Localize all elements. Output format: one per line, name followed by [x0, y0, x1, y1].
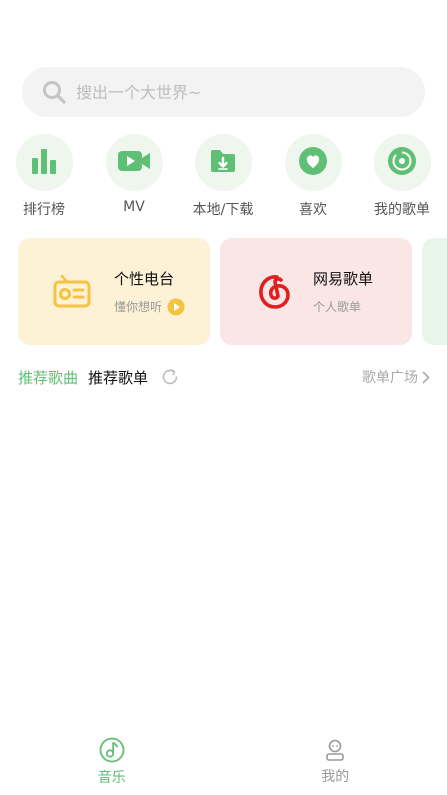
nav-circle — [284, 134, 342, 191]
search-bar[interactable] — [22, 67, 425, 117]
card-text: 网易歌单 个人歌单 — [313, 268, 373, 315]
tab-mine[interactable]: 我的 — [224, 729, 447, 795]
card-subtitle: 个人歌单 — [313, 300, 362, 314]
search-icon — [40, 78, 68, 106]
nav-label: 我的歌单 — [374, 202, 430, 218]
tab-recommend-playlists[interactable]: 推荐歌单 — [88, 367, 148, 388]
play-icon[interactable] — [167, 298, 185, 316]
tab-music-label: 音乐 — [97, 770, 126, 786]
download-folder-icon — [209, 148, 237, 178]
nav-item-local-download[interactable]: 本地/下载 — [180, 134, 266, 219]
playlist-square-link[interactable]: 歌单广场 — [362, 367, 430, 387]
radio-icon — [44, 264, 100, 320]
search-input[interactable] — [76, 82, 396, 102]
card-text: 个性电台 懂你想听 — [114, 268, 185, 316]
nav-item-my-playlists[interactable]: 我的歌单 — [359, 134, 445, 219]
nav-item-favorites[interactable]: 喜欢 — [270, 134, 356, 219]
quick-nav: 排行榜 MV 本地/下载 喜欢 我的歌单 — [0, 134, 447, 224]
user-icon — [323, 738, 347, 762]
nav-label: 排行榜 — [23, 202, 65, 218]
chevron-right-icon — [422, 371, 430, 384]
disc-icon — [387, 146, 417, 180]
card-subtitle: 懂你想听 — [114, 300, 163, 314]
card-title: 网易歌单 — [313, 270, 374, 288]
tab-recommend-songs[interactable]: 推荐歌曲 — [18, 367, 78, 388]
refresh-icon[interactable] — [160, 367, 180, 387]
more-label: 歌单广场 — [362, 370, 418, 386]
card-partial-next[interactable] — [422, 238, 447, 345]
card-subtitle-row: 懂你想听 — [114, 298, 185, 316]
bottom-tab-bar: 音乐 我的 — [0, 729, 447, 795]
nav-circle — [15, 134, 73, 191]
section-header: 推荐歌曲 推荐歌单 歌单广场 — [18, 366, 430, 388]
netease-icon — [246, 264, 302, 320]
nav-circle — [194, 134, 252, 191]
card-netease-playlist[interactable]: 网易歌单 个人歌单 — [220, 238, 412, 345]
nav-item-ranking[interactable]: 排行榜 — [1, 134, 87, 219]
music-note-icon — [99, 737, 125, 763]
bar-chart-icon — [29, 146, 59, 180]
nav-label: 喜欢 — [299, 202, 327, 218]
nav-circle — [373, 134, 431, 191]
card-personal-radio[interactable]: 个性电台 懂你想听 — [18, 238, 210, 345]
nav-label: 本地/下载 — [192, 202, 254, 218]
nav-label: MV — [123, 199, 145, 215]
card-title: 个性电台 — [114, 269, 175, 288]
nav-circle — [105, 134, 163, 191]
tab-mine-label: 我的 — [321, 769, 350, 785]
nav-item-mv[interactable]: MV — [91, 134, 177, 215]
video-icon — [117, 147, 151, 179]
heart-icon — [298, 146, 328, 180]
tab-music[interactable]: 音乐 — [0, 729, 224, 795]
